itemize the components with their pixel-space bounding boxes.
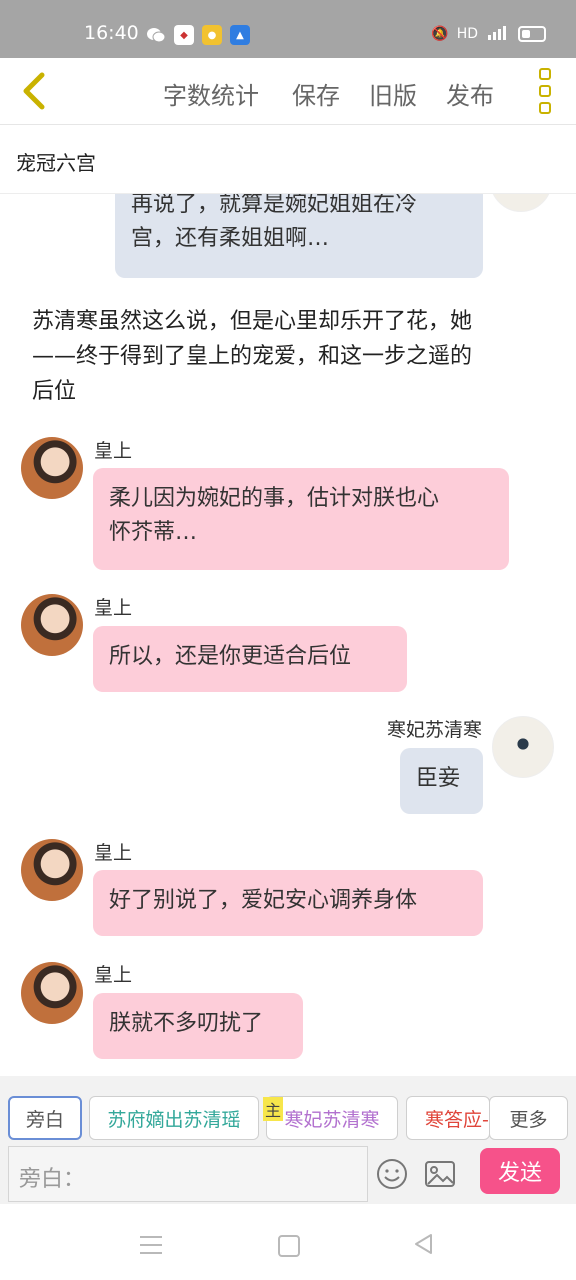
back-button[interactable]: [14, 70, 54, 112]
message-bubble[interactable]: 再说了，就算是婉妃姐姐在冷 宫，还有柔姐姐啊…: [115, 194, 483, 278]
message-input[interactable]: 旁白：: [8, 1146, 368, 1202]
speaker-name: 皇上: [94, 440, 133, 462]
app-icon: ●: [202, 25, 222, 45]
role-su-qinghan[interactable]: 寒妃苏清寒: [266, 1096, 398, 1140]
speaker-name: 皇上: [94, 964, 133, 986]
app-icon: ▲: [230, 25, 250, 45]
mute-icon: 🔕: [431, 26, 449, 42]
role-narration[interactable]: 旁白: [8, 1096, 82, 1140]
story-title-bar: 宠冠六宫: [0, 125, 576, 194]
network-type: HD: [456, 26, 478, 42]
send-button[interactable]: 发送: [480, 1148, 560, 1194]
system-nav-bar: [0, 1204, 576, 1280]
message-bubble[interactable]: 柔儿因为婉妃的事，估计对朕也心 怀芥蒂…: [93, 468, 509, 570]
avatar[interactable]: [21, 962, 83, 1024]
message-bubble[interactable]: 朕就不多叨扰了: [93, 993, 303, 1059]
notification-icons: ◆ ● ▲: [146, 25, 250, 45]
app-icon: ◆: [174, 25, 194, 45]
emoji-icon[interactable]: [376, 1158, 408, 1190]
chevron-left-icon: [23, 72, 45, 110]
message-bubble[interactable]: 臣妾: [400, 748, 483, 814]
avatar[interactable]: [21, 594, 83, 656]
menu-icon[interactable]: [140, 1236, 162, 1254]
back-triangle-icon[interactable]: [412, 1232, 434, 1256]
main-role-badge: 主: [263, 1097, 283, 1121]
save-button[interactable]: 保存: [292, 76, 340, 111]
status-bar: 16:40 ◆ ● ▲ 🔕 HD: [0, 0, 576, 58]
avatar[interactable]: [492, 716, 554, 778]
signal-icon: [486, 24, 510, 44]
wechat-icon: [146, 25, 166, 45]
publish-button[interactable]: 发布: [446, 76, 494, 111]
speaker-name: 皇上: [94, 597, 133, 619]
word-count-button[interactable]: 字数统计: [163, 76, 259, 111]
status-time: 16:40: [84, 22, 139, 44]
status-indicators: 🔕 HD: [431, 24, 546, 44]
message-bubble[interactable]: 好了别说了，爱妃安心调养身体: [93, 870, 483, 936]
avatar[interactable]: [21, 839, 83, 901]
speaker-name: 皇上: [94, 842, 133, 864]
input-bar: 旁白： 发送: [0, 1146, 576, 1204]
old-version-button[interactable]: 旧版: [369, 76, 417, 111]
speaker-name: 寒妃苏清寒: [386, 719, 482, 741]
narration-text[interactable]: 苏清寒虽然这么说，但是心里却乐开了花，她 ——终于得到了皇上的宠爱，和这一步之遥…: [32, 304, 552, 409]
role-su-qingyao[interactable]: 苏府嫡出苏清瑶: [89, 1096, 259, 1140]
message-bubble[interactable]: 所以，还是你更适合后位: [93, 626, 407, 692]
more-vertical-icon[interactable]: [534, 68, 556, 114]
avatar[interactable]: [490, 194, 552, 212]
chat-area[interactable]: 再说了，就算是婉妃姐姐在冷 宫，还有柔姐姐啊… 苏清寒虽然这么说，但是心里却乐开…: [0, 194, 576, 1076]
role-han-daying[interactable]: 寒答应-: [406, 1096, 490, 1140]
more-roles-button[interactable]: 更多: [489, 1096, 568, 1140]
role-selector: 旁白 苏府嫡出苏清瑶 寒妃苏清寒 主 寒答应- 更多: [0, 1076, 576, 1146]
editor-toolbar: 字数统计 保存 旧版 发布: [0, 58, 576, 125]
image-icon[interactable]: [424, 1160, 456, 1188]
story-title[interactable]: 宠冠六宫: [16, 147, 96, 176]
home-icon[interactable]: [278, 1235, 300, 1257]
battery-icon: [518, 26, 546, 42]
avatar[interactable]: [21, 437, 83, 499]
